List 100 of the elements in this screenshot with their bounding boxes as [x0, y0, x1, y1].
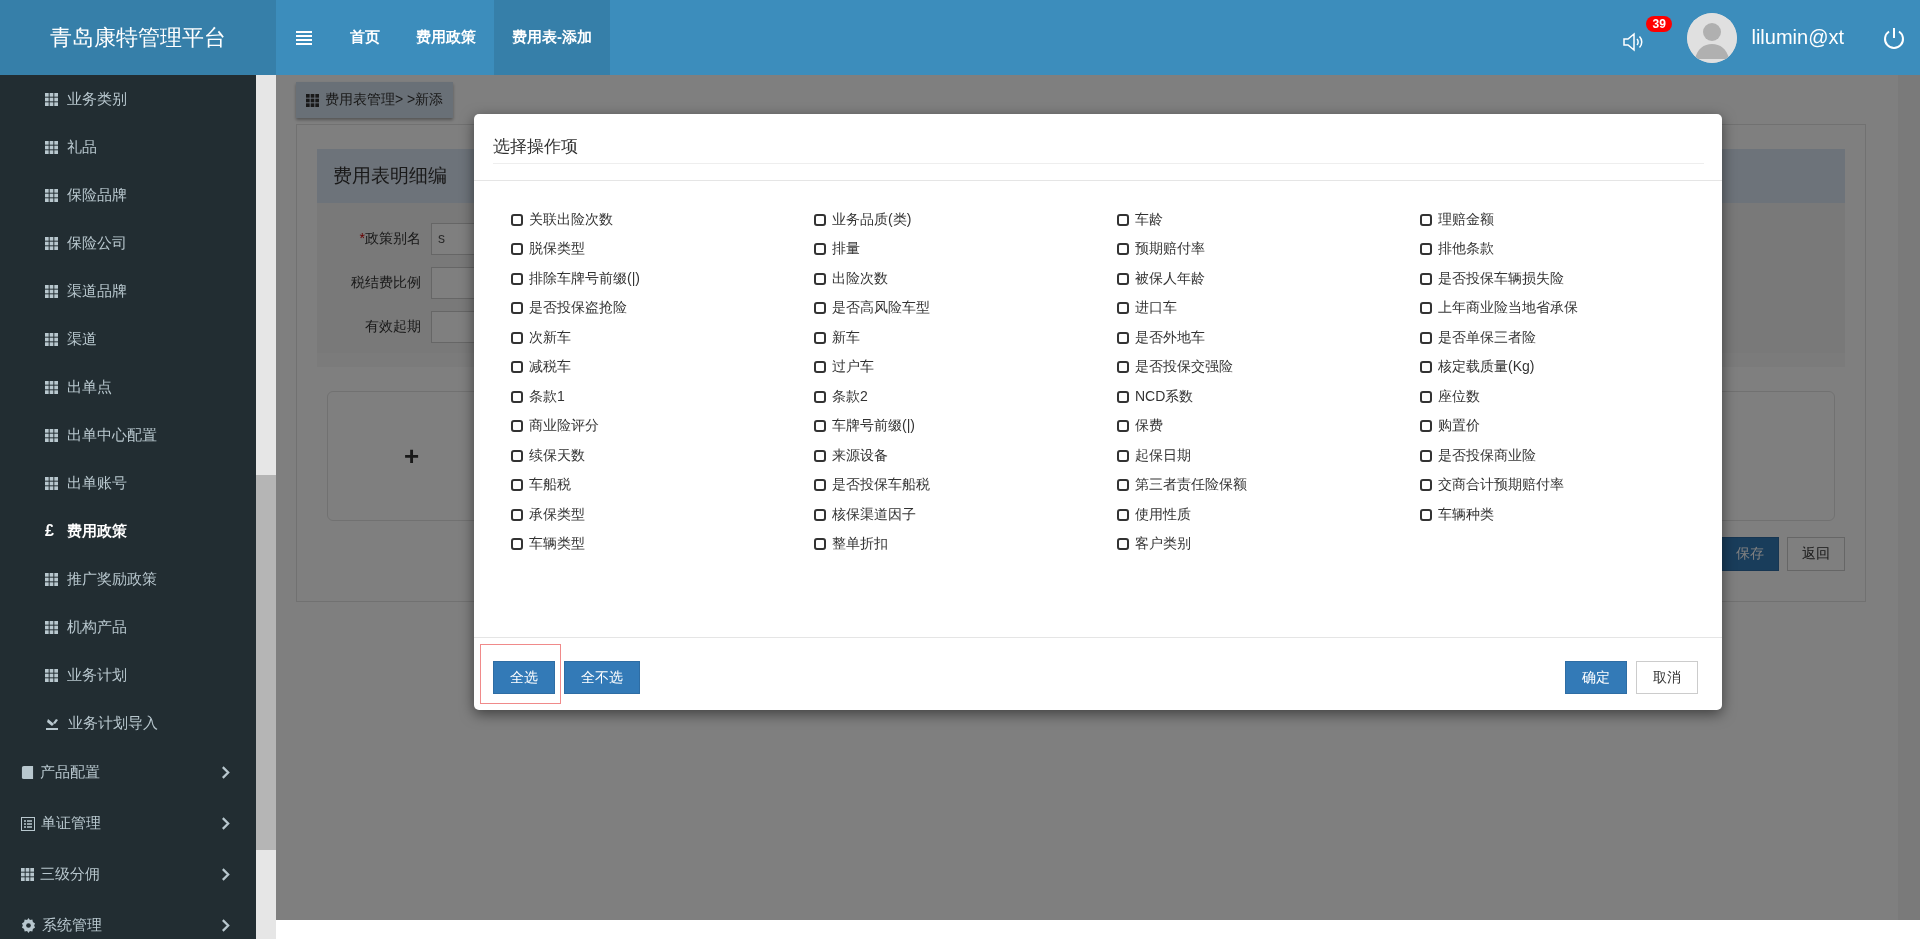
option-checkbox[interactable]: 进口车 — [1117, 293, 1420, 323]
checkbox[interactable] — [1420, 449, 1432, 462]
option-checkbox[interactable]: 理赔金额 — [1420, 205, 1723, 235]
checkbox[interactable] — [814, 331, 826, 344]
select-all-button[interactable]: 全选 — [493, 661, 555, 694]
option-checkbox[interactable]: NCD系数 — [1117, 382, 1420, 412]
option-checkbox[interactable]: 排他条款 — [1420, 234, 1723, 264]
nav-tab[interactable]: 首页 — [332, 0, 398, 75]
option-checkbox[interactable]: 座位数 — [1420, 382, 1723, 412]
plus-icon[interactable]: + — [404, 440, 420, 472]
checkbox[interactable] — [1117, 508, 1129, 521]
checkbox[interactable] — [511, 302, 523, 315]
checkbox[interactable] — [1117, 479, 1129, 492]
option-checkbox[interactable]: 是否投保车辆损失险 — [1420, 264, 1723, 294]
option-checkbox[interactable]: 是否单保三者险 — [1420, 323, 1723, 353]
back-button[interactable]: 返回 — [1787, 537, 1845, 571]
option-checkbox[interactable]: 脱保类型 — [511, 234, 814, 264]
option-checkbox[interactable]: 车辆种类 — [1420, 500, 1723, 530]
checkbox[interactable] — [1117, 390, 1129, 403]
option-checkbox[interactable]: 新车 — [814, 323, 1117, 353]
checkbox[interactable] — [814, 361, 826, 374]
option-checkbox[interactable]: 是否外地车 — [1117, 323, 1420, 353]
scrollbar[interactable] — [256, 75, 276, 939]
option-checkbox[interactable]: 保费 — [1117, 411, 1420, 441]
option-checkbox[interactable]: 车船税 — [511, 470, 814, 500]
option-checkbox[interactable]: 预期赔付率 — [1117, 234, 1420, 264]
option-checkbox[interactable]: 是否高风险车型 — [814, 293, 1117, 323]
checkbox[interactable] — [814, 213, 826, 226]
checkbox[interactable] — [511, 390, 523, 403]
option-checkbox[interactable]: 承保类型 — [511, 500, 814, 530]
checkbox[interactable] — [511, 420, 523, 433]
option-checkbox[interactable]: 车辆类型 — [511, 529, 814, 559]
option-checkbox[interactable]: 被保人年龄 — [1117, 264, 1420, 294]
option-checkbox[interactable]: 条款2 — [814, 382, 1117, 412]
checkbox[interactable] — [1420, 331, 1432, 344]
checkbox[interactable] — [511, 449, 523, 462]
option-checkbox[interactable]: 关联出险次数 — [511, 205, 814, 235]
select-none-button[interactable]: 全不选 — [564, 661, 640, 694]
option-checkbox[interactable]: 是否投保车船税 — [814, 470, 1117, 500]
checkbox[interactable] — [1117, 243, 1129, 256]
option-checkbox[interactable]: 整单折扣 — [814, 529, 1117, 559]
option-checkbox[interactable]: 商业险评分 — [511, 411, 814, 441]
option-checkbox[interactable]: 排量 — [814, 234, 1117, 264]
confirm-button[interactable]: 确定 — [1565, 661, 1627, 694]
sidebar-item[interactable]: £ 费用政策 — [0, 507, 256, 555]
checkbox[interactable] — [511, 479, 523, 492]
sidebar-group[interactable]: 单证管理 — [0, 798, 256, 849]
checkbox[interactable] — [511, 243, 523, 256]
option-checkbox[interactable]: 出险次数 — [814, 264, 1117, 294]
option-checkbox[interactable]: 交商合计预期赔付率 — [1420, 470, 1723, 500]
menu-icon[interactable] — [296, 30, 312, 45]
checkbox[interactable] — [814, 420, 826, 433]
sidebar-group[interactable]: 产品配置 — [0, 747, 256, 798]
option-checkbox[interactable]: 减税车 — [511, 352, 814, 382]
checkbox[interactable] — [814, 390, 826, 403]
checkbox[interactable] — [1420, 479, 1432, 492]
sidebar-item[interactable]: 礼品 — [0, 123, 256, 171]
option-checkbox[interactable]: 使用性质 — [1117, 500, 1420, 530]
checkbox[interactable] — [511, 361, 523, 374]
checkbox[interactable] — [1420, 272, 1432, 285]
checkbox[interactable] — [1420, 302, 1432, 315]
sidebar-group[interactable]: 三级分佣 — [0, 849, 256, 900]
sidebar-item[interactable]: 业务计划导入 — [0, 699, 256, 747]
option-checkbox[interactable]: 是否投保商业险 — [1420, 441, 1723, 471]
avatar-icon[interactable] — [1687, 12, 1738, 63]
option-checkbox[interactable]: 来源设备 — [814, 441, 1117, 471]
option-checkbox[interactable]: 起保日期 — [1117, 441, 1420, 471]
sidebar-item[interactable]: 机构产品 — [0, 603, 256, 651]
checkbox[interactable] — [511, 213, 523, 226]
checkbox[interactable] — [1117, 213, 1129, 226]
cancel-button[interactable]: 取消 — [1636, 661, 1698, 694]
checkbox[interactable] — [1117, 420, 1129, 433]
sidebar-item[interactable]: 出单中心配置 — [0, 411, 256, 459]
checkbox[interactable] — [1117, 302, 1129, 315]
option-checkbox[interactable]: 续保天数 — [511, 441, 814, 471]
sidebar-item[interactable]: 出单点 — [0, 363, 256, 411]
option-checkbox[interactable]: 条款1 — [511, 382, 814, 412]
sidebar-item[interactable]: 业务类别 — [0, 75, 256, 123]
checkbox[interactable] — [814, 243, 826, 256]
checkbox[interactable] — [814, 302, 826, 315]
option-checkbox[interactable]: 客户类别 — [1117, 529, 1420, 559]
option-checkbox[interactable]: 过户车 — [814, 352, 1117, 382]
checkbox[interactable] — [814, 538, 826, 551]
option-checkbox[interactable]: 排除车牌号前缀(|) — [511, 264, 814, 294]
checkbox[interactable] — [814, 449, 826, 462]
checkbox[interactable] — [1420, 420, 1432, 433]
option-checkbox[interactable]: 次新车 — [511, 323, 814, 353]
sidebar-item[interactable]: 渠道品牌 — [0, 267, 256, 315]
checkbox[interactable] — [1420, 390, 1432, 403]
option-checkbox[interactable]: 是否投保盗抢险 — [511, 293, 814, 323]
username[interactable]: lilumin@xt — [1751, 26, 1844, 49]
nav-tab[interactable]: 费用政策 — [398, 0, 494, 75]
checkbox[interactable] — [1117, 331, 1129, 344]
option-checkbox[interactable]: 核保渠道因子 — [814, 500, 1117, 530]
checkbox[interactable] — [1420, 508, 1432, 521]
checkbox[interactable] — [511, 538, 523, 551]
option-checkbox[interactable]: 第三者责任险保额 — [1117, 470, 1420, 500]
option-checkbox[interactable]: 核定载质量(Kg) — [1420, 352, 1723, 382]
sidebar-item[interactable]: 业务计划 — [0, 651, 256, 699]
checkbox[interactable] — [1117, 449, 1129, 462]
